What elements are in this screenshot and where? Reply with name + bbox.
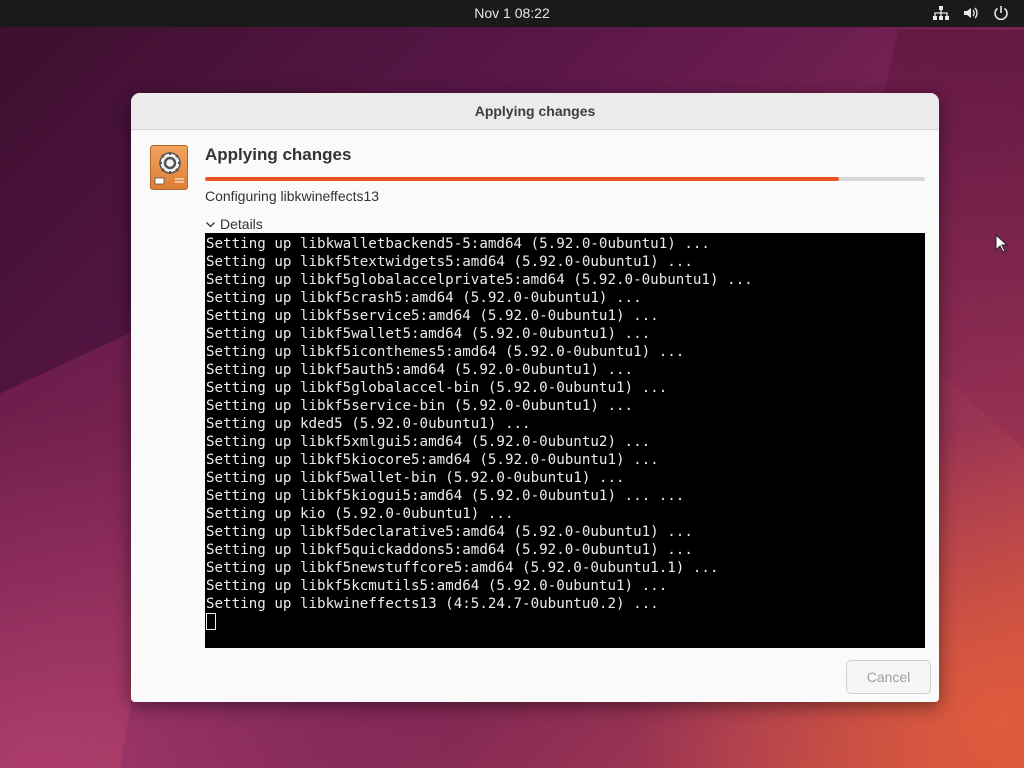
terminal-line: Setting up kio (5.92.0-0ubuntu1) ... (206, 506, 514, 522)
chevron-down-icon (206, 221, 215, 227)
power-icon[interactable] (992, 4, 1010, 22)
terminal-line: Setting up libkf5auth5:amd64 (5.92.0-0ub… (206, 362, 634, 378)
details-expander[interactable]: Details (205, 216, 263, 232)
mouse-pointer-icon (995, 233, 1009, 254)
terminal-line: Setting up libkf5wallet-bin (5.92.0-0ubu… (206, 470, 625, 486)
terminal-line: Setting up libkf5service5:amd64 (5.92.0-… (206, 308, 659, 324)
terminal-cursor-line (206, 613, 925, 631)
terminal-line: Setting up libkf5kiogui5:amd64 (5.92.0-0… (206, 488, 685, 504)
terminal-line: Setting up libkf5kcmutils5:amd64 (5.92.0… (206, 578, 668, 594)
terminal-line: Setting up libkf5globalaccelprivate5:amd… (206, 272, 753, 288)
terminal-line: Setting up libkf5textwidgets5:amd64 (5.9… (206, 254, 693, 270)
terminal-line: Setting up libkwineffects13 (4:5.24.7-0u… (206, 596, 659, 612)
cancel-button[interactable]: Cancel (846, 660, 931, 694)
terminal-line: Setting up libkf5service-bin (5.92.0-0ub… (206, 398, 634, 414)
details-label: Details (220, 216, 263, 232)
terminal-line: Setting up kded5 (5.92.0-0ubuntu1) ... (206, 416, 531, 432)
applying-changes-dialog: Applying changes Applying changes Config… (131, 93, 939, 702)
terminal-line: Setting up libkf5wallet5:amd64 (5.92.0-0… (206, 326, 651, 342)
progress-bar (205, 177, 925, 181)
dialog-heading: Applying changes (205, 145, 352, 164)
terminal-line: Setting up libkf5globalaccel-bin (5.92.0… (206, 380, 668, 396)
terminal-line: Setting up libkf5declarative5:amd64 (5.9… (206, 524, 693, 540)
status-text: Configuring libkwineffects13 (205, 188, 380, 204)
network-icon[interactable] (932, 4, 950, 22)
system-tray[interactable] (932, 4, 1010, 22)
clock[interactable]: Nov 1 08:22 (0, 0, 1024, 27)
terminal-line: Setting up libkf5kiocore5:amd64 (5.92.0-… (206, 452, 659, 468)
window-title: Applying changes (131, 93, 939, 130)
terminal-cursor (206, 613, 216, 630)
terminal-line: Setting up libkf5crash5:amd64 (5.92.0-0u… (206, 290, 642, 306)
terminal-line: Setting up libkf5quickaddons5:amd64 (5.9… (206, 542, 693, 558)
top-bar: Nov 1 08:22 (0, 0, 1024, 27)
volume-icon[interactable] (962, 4, 980, 22)
terminal-line: Setting up libkf5newstuffcore5:amd64 (5.… (206, 560, 719, 576)
terminal-line: Setting up libkf5xmlgui5:amd64 (5.92.0-0… (206, 434, 651, 450)
software-updater-icon (150, 145, 188, 190)
terminal-output[interactable]: Setting up libkwalletbackend5-5:amd64 (5… (205, 233, 925, 648)
progress-fill (205, 177, 839, 181)
terminal-line: Setting up libkf5iconthemes5:amd64 (5.92… (206, 344, 685, 360)
terminal-line: Setting up libkwalletbackend5-5:amd64 (5… (206, 236, 710, 252)
